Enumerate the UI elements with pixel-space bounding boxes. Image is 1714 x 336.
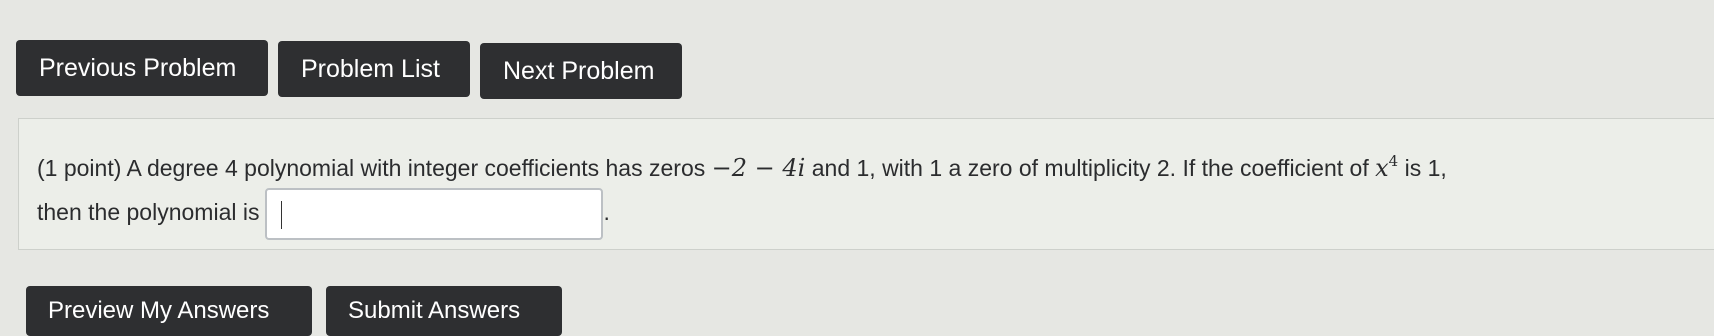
text-caret [281, 201, 283, 229]
problem-line-1: (1 point) A degree 4 polynomial with int… [37, 141, 1447, 188]
problem-navigation: Previous Problem Problem List Next Probl… [16, 40, 682, 99]
x-variable: x [1375, 154, 1389, 182]
problem-text-part3: is 1, [1398, 155, 1447, 181]
preview-answers-button[interactable]: Preview My Answers [26, 286, 312, 336]
answer-actions: Preview My Answers Submit Answers [26, 286, 562, 336]
problem-points: (1 point) [37, 155, 122, 181]
problem-list-button[interactable]: Problem List [278, 41, 470, 97]
answer-trailing-period: . [603, 199, 610, 226]
complex-zero-math: −2 − 4i [711, 154, 806, 182]
problem-text-part1: A degree 4 polynomial with integer coeff… [121, 155, 712, 181]
next-problem-button[interactable]: Next Problem [480, 43, 682, 99]
problem-container: (1 point) A degree 4 polynomial with int… [18, 118, 1714, 250]
problem-line2-text: then the polynomial is [37, 199, 260, 226]
previous-problem-button[interactable]: Previous Problem [16, 40, 268, 96]
problem-statement: (1 point) A degree 4 polynomial with int… [37, 141, 1447, 240]
answer-input[interactable] [265, 188, 604, 240]
submit-answers-button[interactable]: Submit Answers [326, 286, 562, 336]
problem-text-part2: and 1, with 1 a zero of multiplicity 2. … [805, 155, 1376, 181]
x-exponent: 4 [1388, 152, 1399, 170]
problem-line-2: then the polynomial is. [37, 188, 1447, 240]
x-power-math: x4 [1375, 152, 1399, 182]
